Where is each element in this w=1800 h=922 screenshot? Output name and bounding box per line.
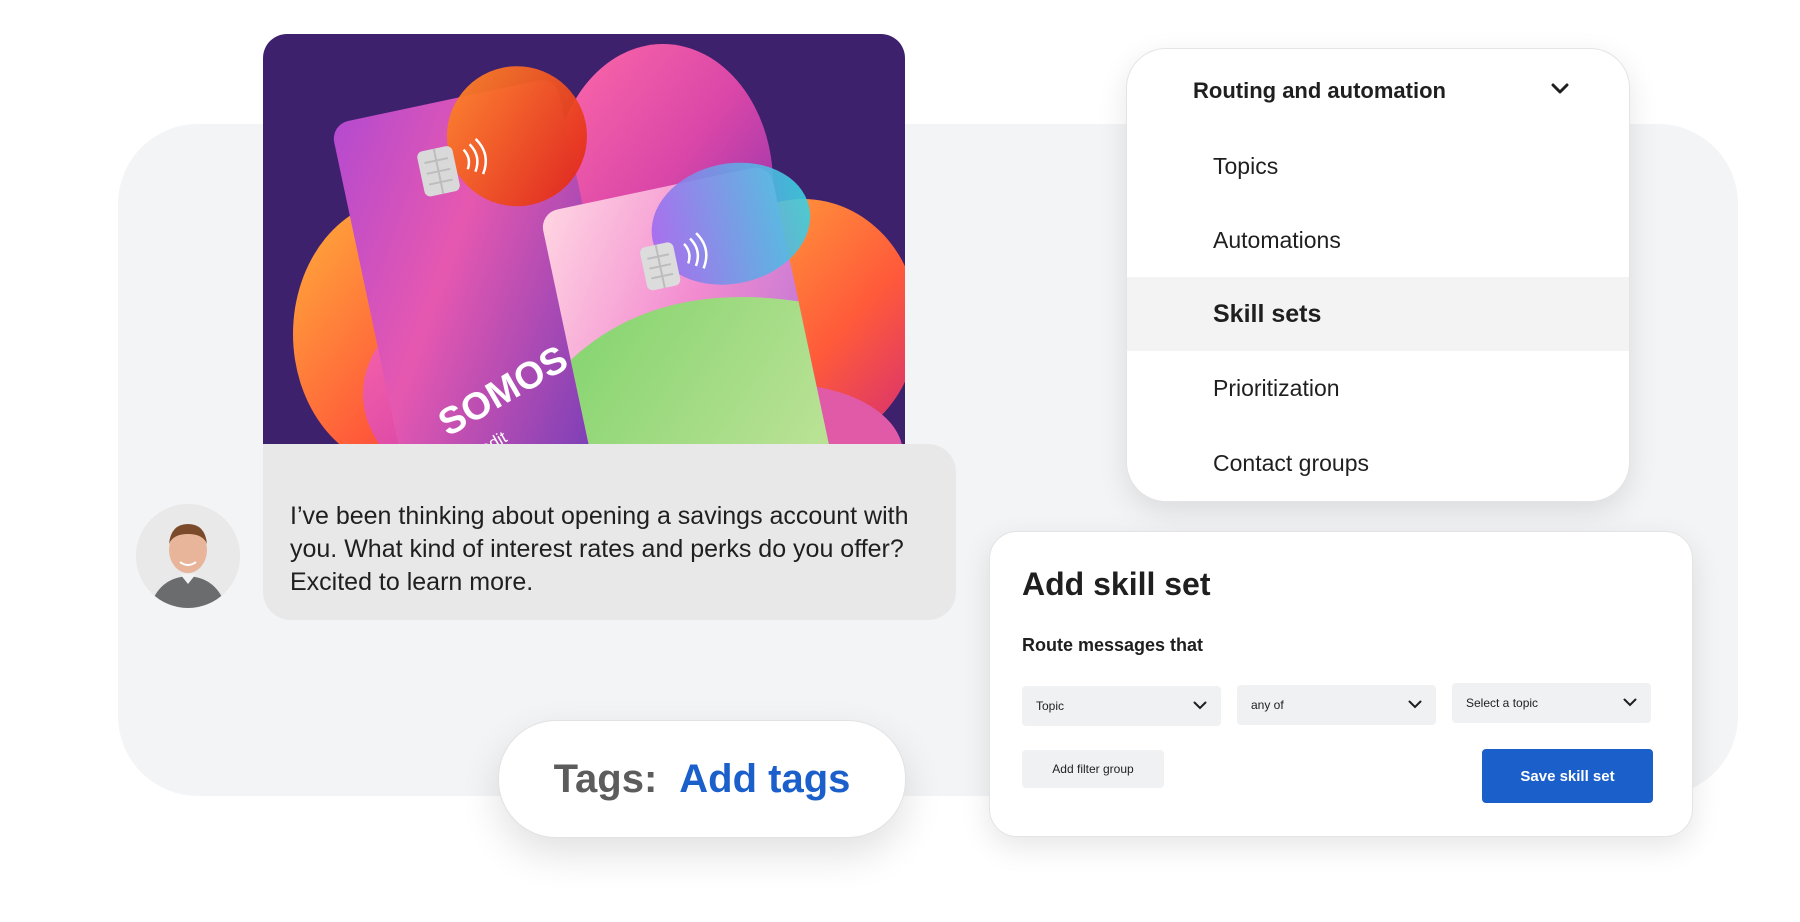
- panel-subtitle: Route messages that: [1022, 635, 1204, 655]
- avatar: [136, 504, 240, 608]
- panel-title: Add skill set: [1022, 566, 1211, 602]
- tags-label: Tags:: [553, 756, 658, 801]
- credit-card-promo-image: SOMOS Credit: [263, 34, 905, 470]
- filter-field-select[interactable]: Topic: [1022, 686, 1221, 726]
- menu-item-automations[interactable]: Automations: [1127, 203, 1629, 277]
- chevron-down-icon: [1551, 82, 1569, 100]
- add-tags-link[interactable]: Add tags: [679, 757, 850, 802]
- save-skill-set-button[interactable]: Save skill set: [1482, 749, 1653, 803]
- routing-menu-header[interactable]: Routing and automation: [1193, 71, 1569, 111]
- chevron-down-icon: [1408, 698, 1422, 712]
- menu-item-topics[interactable]: Topics: [1127, 129, 1629, 203]
- topic-select[interactable]: Select a topic: [1452, 683, 1651, 723]
- chevron-down-icon: [1193, 699, 1207, 713]
- menu-item-skill-sets[interactable]: Skill sets: [1127, 277, 1629, 351]
- tags-pill: Tags: Add tags: [498, 720, 906, 838]
- menu-item-prioritization[interactable]: Prioritization: [1127, 351, 1629, 425]
- menu-item-contact-groups[interactable]: Contact groups: [1127, 426, 1629, 500]
- routing-menu-title: Routing and automation: [1193, 78, 1446, 103]
- select-value: Topic: [1036, 699, 1065, 713]
- chat-message-text: I’ve been thinking about opening a savin…: [290, 502, 909, 596]
- chevron-down-icon: [1623, 696, 1637, 710]
- select-value: Select a topic: [1466, 696, 1539, 710]
- select-value: any of: [1251, 698, 1284, 712]
- add-filter-group-button[interactable]: Add filter group: [1022, 750, 1164, 788]
- filter-operator-select[interactable]: any of: [1237, 685, 1436, 725]
- routing-menu: Routing and automation Topics Automation…: [1126, 48, 1630, 502]
- add-skill-set-panel: Add skill set Route messages that Topic …: [989, 531, 1693, 837]
